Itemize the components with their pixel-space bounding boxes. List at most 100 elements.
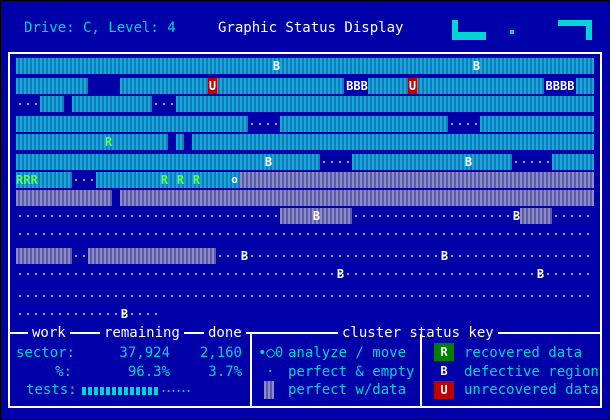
sector-remaining: 37,924 — [119, 345, 170, 361]
recovered-mark: R — [192, 173, 201, 187]
defective-mark: B — [536, 267, 545, 281]
cluster-block — [16, 248, 72, 264]
tests-label: tests: — [26, 382, 77, 398]
cluster-block — [184, 134, 192, 150]
drive-level-label: Drive: C, Level: 4 — [24, 20, 176, 36]
key-title: cluster status key — [338, 325, 498, 341]
unrecovered-key-icon: U — [434, 381, 454, 399]
map-row: R — [16, 134, 594, 150]
cluster-block — [16, 116, 248, 132]
cluster-block — [88, 248, 216, 264]
recovered-key-icon: R — [434, 343, 454, 361]
cluster-block — [120, 78, 344, 94]
column-divider — [250, 334, 252, 408]
cluster-block — [176, 96, 594, 112]
defective-mark: B — [312, 209, 321, 223]
defective-mark: B — [440, 249, 449, 263]
defective-key-icon: B — [434, 362, 454, 380]
recovered-label: recovered data — [464, 345, 583, 361]
recovered-mark: R — [160, 173, 169, 187]
work-header: work — [28, 325, 70, 341]
defective-mark: B — [120, 307, 129, 321]
cluster-block — [192, 134, 594, 150]
cluster-block — [16, 190, 112, 206]
cluster-block — [16, 288, 594, 304]
analyze-label: analyze / move — [288, 345, 407, 361]
cluster-block — [552, 154, 594, 170]
unrecovered-mark: U — [408, 78, 417, 94]
percent-label: %: — [55, 364, 72, 380]
tests-progress-remaining — [161, 390, 192, 392]
cluster-block — [16, 96, 40, 112]
map-row: U BBB U BBBB — [16, 78, 594, 94]
cluster-block — [216, 248, 594, 264]
left-bracket-icon — [452, 20, 486, 40]
cluster-block — [152, 96, 176, 112]
cluster-block — [16, 266, 594, 282]
tests-progress-bar — [82, 387, 192, 395]
cluster-block — [480, 116, 594, 132]
header-icons — [452, 20, 592, 44]
map-row: B B — [16, 58, 594, 74]
cluster-block — [120, 190, 594, 206]
map-row: B — [16, 306, 594, 322]
remaining-header: remaining — [100, 325, 184, 341]
cluster-block — [448, 116, 480, 132]
cluster-block — [520, 208, 552, 224]
cluster-block — [368, 78, 544, 94]
sector-done: 2,160 — [199, 345, 242, 361]
unrecovered-mark: U — [208, 78, 217, 94]
cluster-block — [16, 78, 88, 94]
done-header: done — [204, 325, 246, 341]
defective-mark: B — [272, 59, 281, 73]
unrecovered-label: unrecovered data — [464, 382, 599, 398]
analyze-icon: •○0 — [258, 345, 284, 361]
defective-mark: B — [264, 155, 273, 169]
cluster-block — [64, 96, 72, 112]
defective-mark: B — [240, 249, 249, 263]
map-row: B B — [16, 266, 594, 282]
recovered-mark: R — [176, 173, 185, 187]
cluster-block — [40, 96, 64, 112]
map-row: RRR R R R o — [16, 172, 594, 188]
cluster-block — [320, 154, 352, 170]
cluster-block — [112, 190, 120, 206]
map-row — [16, 96, 594, 112]
defective-mark: B — [472, 59, 481, 73]
cluster-block — [176, 134, 184, 150]
cluster-block — [16, 208, 280, 224]
cluster-block — [72, 172, 96, 188]
cluster-block — [352, 154, 512, 170]
analyze-mark: o — [231, 173, 238, 186]
defective-label: defective region — [464, 364, 599, 380]
cluster-block — [88, 78, 120, 94]
cluster-block — [16, 306, 160, 322]
cluster-block — [512, 154, 552, 170]
defective-mark: B — [512, 209, 521, 223]
tests-progress-fill — [82, 387, 159, 395]
cluster-map: B B U BBB U BBBB R B B RRR R R R o B B B… — [16, 58, 594, 322]
recovered-mark: R — [104, 135, 113, 149]
cluster-block — [72, 248, 88, 264]
percent-remaining: 96.3% — [127, 364, 170, 380]
empty-icon: · — [266, 364, 275, 380]
recovered-mark: RRR — [16, 173, 38, 187]
cluster-block — [240, 172, 594, 188]
defective-mark: BBBB — [545, 79, 575, 93]
dot-icon — [510, 30, 514, 34]
map-row — [16, 190, 594, 206]
data-label: perfect w/data — [288, 382, 407, 398]
empty-label: perfect & empty — [288, 364, 415, 380]
defective-mark: B — [336, 267, 345, 281]
cluster-block — [352, 208, 520, 224]
cluster-block — [168, 134, 176, 150]
map-row — [16, 288, 594, 304]
header: Drive: C, Level: 4 Graphic Status Displa… — [8, 8, 602, 48]
map-row — [16, 116, 594, 132]
data-swatch-icon — [264, 381, 274, 399]
cluster-block — [16, 226, 594, 242]
cluster-block — [280, 116, 448, 132]
sector-label: sector: — [16, 345, 76, 361]
map-row: B B — [16, 154, 594, 170]
page-title: Graphic Status Display — [218, 20, 404, 36]
